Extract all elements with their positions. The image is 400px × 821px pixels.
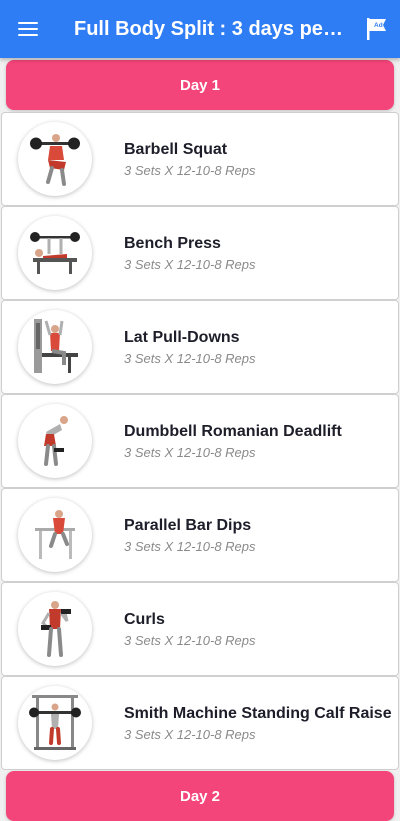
romanian-deadlift-figure-icon [44, 416, 68, 466]
lat-pulldown-figure-icon [34, 319, 78, 373]
smith-machine-calf-raise-figure-icon [29, 695, 81, 750]
exercise-thumbnail [18, 216, 92, 290]
exercise-name: Barbell Squat [124, 140, 228, 158]
exercise-name: Smith Machine Standing Calf Raise [124, 704, 392, 722]
exercise-name: Dumbbell Romanian Deadlift [124, 422, 342, 440]
day-label: Day 1 [179, 76, 221, 94]
exercise-card[interactable]: Parallel Bar Dips 3 Sets X 12-10-8 Reps [1, 488, 399, 582]
exercise-thumbnail [18, 498, 92, 572]
exercise-card[interactable]: Curls 3 Sets X 12-10-8 Reps [1, 582, 399, 676]
curls-figure-icon [41, 601, 71, 657]
ad-button[interactable]: Ad [354, 0, 400, 58]
day-2-header[interactable]: Day 2 [6, 771, 394, 821]
exercise-name: Bench Press [124, 234, 221, 252]
bench-press-figure-icon [30, 232, 80, 274]
hamburger-menu-icon [18, 18, 38, 40]
exercise-reps: 3 Sets X 12-10-8 Reps [124, 726, 256, 742]
menu-button[interactable] [0, 0, 56, 58]
exercise-thumbnail [18, 686, 92, 760]
day-label: Day 2 [179, 787, 221, 805]
exercise-reps: 3 Sets X 12-10-8 Reps [124, 632, 256, 648]
exercise-reps: 3 Sets X 12-10-8 Reps [124, 444, 256, 460]
exercise-reps: 3 Sets X 12-10-8 Reps [124, 538, 256, 554]
exercise-name: Curls [124, 610, 165, 628]
ad-label: Ad [374, 22, 383, 29]
page-title: Full Body Split : 3 days per... [74, 17, 347, 40]
exercise-thumbnail [18, 404, 92, 478]
parallel-bar-dips-figure-icon [35, 510, 75, 559]
exercise-reps: 3 Sets X 12-10-8 Reps [124, 256, 256, 272]
ad-flag-icon: Ad [367, 18, 386, 40]
exercise-name: Lat Pull-Downs [124, 328, 240, 346]
exercise-thumbnail [18, 592, 92, 666]
exercise-card[interactable]: Dumbbell Romanian Deadlift 3 Sets X 12-1… [1, 394, 399, 488]
exercise-list: Barbell Squat 3 Sets X 12-10-8 Reps Benc… [0, 112, 400, 770]
barbell-squat-figure-icon [30, 134, 80, 186]
exercise-reps: 3 Sets X 12-10-8 Reps [124, 162, 256, 178]
exercise-card[interactable]: Barbell Squat 3 Sets X 12-10-8 Reps [1, 112, 399, 206]
exercise-card[interactable]: Smith Machine Standing Calf Raise 3 Sets… [1, 676, 399, 770]
exercise-reps: 3 Sets X 12-10-8 Reps [124, 350, 256, 366]
app-bar: Full Body Split : 3 days per... Ad [0, 0, 400, 58]
exercise-thumbnail [18, 310, 92, 384]
exercise-card[interactable]: Bench Press 3 Sets X 12-10-8 Reps [1, 206, 399, 300]
day-1-header[interactable]: Day 1 [6, 60, 394, 110]
exercise-thumbnail [18, 122, 92, 196]
exercise-name: Parallel Bar Dips [124, 516, 252, 534]
exercise-card[interactable]: Lat Pull-Downs 3 Sets X 12-10-8 Reps [1, 300, 399, 394]
